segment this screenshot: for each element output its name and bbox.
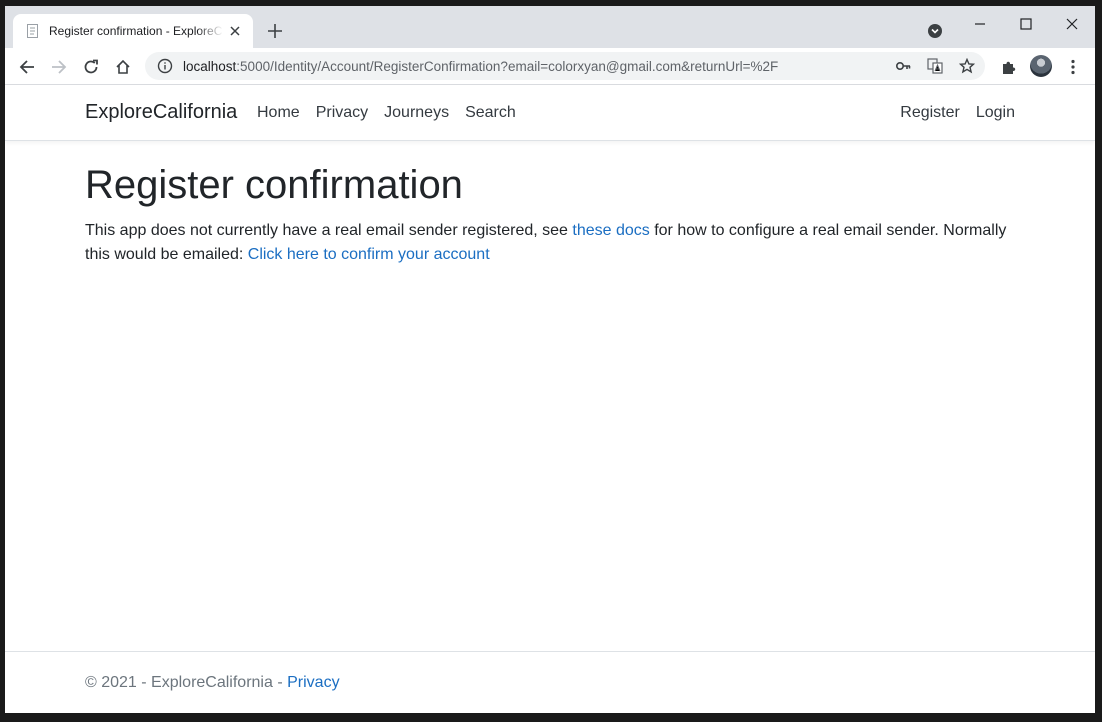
page-viewport: ExploreCalifornia Home Privacy Journeys … [5,85,1095,713]
message-text-part-1: This app does not currently have a real … [85,222,573,239]
browser-toolbar: localhost:5000/Identity/Account/Register… [5,48,1095,85]
url-text[interactable]: localhost:5000/Identity/Account/Register… [183,59,778,74]
translate-icon[interactable] [927,58,943,74]
close-tab-icon[interactable] [227,23,243,39]
forward-arrow-icon[interactable] [47,55,71,79]
site-navbar: ExploreCalifornia Home Privacy Journeys … [5,85,1095,141]
browser-tab-active[interactable]: Register confirmation - ExploreCaliforni… [13,14,253,48]
bookmark-star-icon[interactable] [959,58,975,74]
nav-links: Home Privacy Journeys Search [257,104,532,122]
maximize-icon[interactable] [1003,10,1049,38]
page-title: Register confirmation [85,163,463,207]
more-menu-icon[interactable] [1061,55,1085,79]
nav-register[interactable]: Register [884,104,960,122]
tab-search-icon[interactable] [927,23,943,39]
tab-title: Register confirmation - ExploreCaliforni… [49,24,223,38]
url-path: :5000/Identity/Account/RegisterConfirmat… [236,58,779,74]
url-host: localhost [183,58,237,74]
nav-journeys[interactable]: Journeys [384,104,457,122]
footer-privacy-link[interactable]: Privacy [287,674,339,691]
key-icon[interactable] [895,58,911,74]
nav-home[interactable]: Home [257,104,308,122]
confirmation-message: This app does not currently have a real … [85,219,1015,267]
nav-privacy[interactable]: Privacy [316,104,376,122]
page-icon [27,24,38,38]
new-tab-icon[interactable] [265,21,285,41]
confirm-account-link[interactable]: Click here to confirm your account [248,246,490,263]
profile-avatar[interactable] [1030,55,1052,77]
close-window-icon[interactable] [1049,10,1095,38]
minimize-icon[interactable] [957,10,1003,38]
tab-strip: Register confirmation - ExploreCaliforni… [5,6,1095,48]
extensions-puzzle-icon[interactable] [997,55,1021,79]
footer-copyright: © 2021 - ExploreCalifornia - [85,674,288,691]
site-info-icon[interactable] [157,58,173,74]
back-arrow-icon[interactable] [15,55,39,79]
footer-text: © 2021 - ExploreCalifornia - Privacy [85,674,340,692]
site-footer: © 2021 - ExploreCalifornia - Privacy [5,651,1095,713]
nav-search[interactable]: Search [465,104,524,122]
nav-login[interactable]: Login [960,104,1015,122]
reload-icon[interactable] [79,55,103,79]
home-icon[interactable] [111,55,135,79]
nav-account-links: Register Login [884,104,1015,122]
brand-link[interactable]: ExploreCalifornia [85,101,237,124]
docs-link[interactable]: these docs [572,222,649,239]
address-bar[interactable]: localhost:5000/Identity/Account/Register… [145,52,985,80]
browser-window: Register confirmation - ExploreCaliforni… [5,6,1095,713]
